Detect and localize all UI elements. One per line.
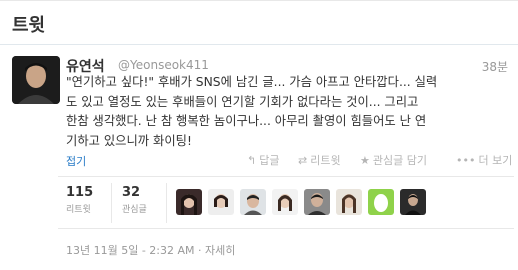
reply-icon: ↰ — [247, 154, 257, 167]
tweet-meta: 13년 11월 5일 - 2:32 AM · 자세히 — [66, 242, 235, 258]
retweet-button[interactable]: ⇄ 리트윗 — [298, 152, 341, 167]
retweet-icon: ⇄ — [298, 154, 308, 167]
star-icon: ★ — [360, 154, 370, 167]
favoriter-avatar[interactable] — [400, 189, 426, 215]
favoriter-avatar-default[interactable] — [368, 189, 394, 215]
tweet-stats: 115 리트윗 32 관심글 — [58, 176, 514, 229]
modal-header: 트윗 — [0, 0, 518, 45]
favoriter-avatar[interactable] — [304, 189, 330, 215]
favorite-count: 32 — [122, 185, 141, 200]
favorite-button[interactable]: ★ 관심글 담기 — [360, 152, 427, 167]
tweet-text: "연기하고 싶다!" 후배가 SNS에 남긴 글... 가슴 아프고 안타깝다.… — [66, 75, 438, 148]
author-handle[interactable]: @Yeonseok411 — [118, 58, 209, 72]
retweet-label: 리트윗 — [310, 154, 341, 167]
collapse-link[interactable]: 접기 — [66, 153, 86, 169]
reply-button[interactable]: ↰ 답글 — [247, 152, 280, 167]
favoriter-avatar[interactable] — [176, 189, 202, 215]
meta-separator: · — [198, 244, 202, 257]
retweet-count-label: 리트윗 — [66, 205, 91, 215]
more-icon: ••• — [456, 154, 476, 167]
retweet-stat[interactable]: 115 리트윗 — [66, 185, 93, 215]
retweet-count: 115 — [66, 185, 94, 200]
favorite-count-label: 관심글 — [122, 205, 147, 215]
author-avatar-image — [12, 56, 60, 104]
favoriter-avatar[interactable] — [240, 189, 266, 215]
more-button[interactable]: ••• 더 보기 — [456, 152, 513, 167]
author-avatar[interactable] — [12, 56, 60, 104]
stat-divider — [166, 183, 167, 223]
more-label: 더 보기 — [478, 154, 513, 167]
favoriter-avatar[interactable] — [208, 189, 234, 215]
favoriter-avatar[interactable] — [272, 189, 298, 215]
stat-divider — [111, 183, 112, 223]
details-link[interactable]: 자세히 — [205, 244, 235, 257]
modal-title: 트윗 — [12, 15, 46, 36]
favoriter-avatar[interactable] — [336, 189, 362, 215]
favorite-label: 관심글 담기 — [372, 154, 427, 167]
tweet-timestamp: 13년 11월 5일 - 2:32 AM — [66, 244, 195, 257]
favorite-stat[interactable]: 32 관심글 — [122, 185, 147, 215]
reply-label: 답글 — [259, 154, 280, 167]
